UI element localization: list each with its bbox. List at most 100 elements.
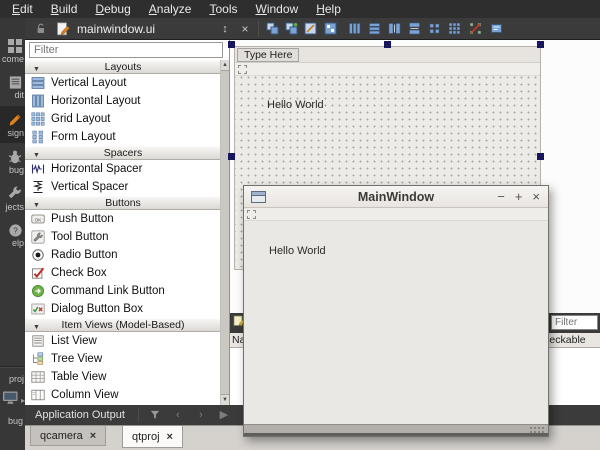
file-edit-icon bbox=[55, 21, 71, 37]
layout-grid-icon[interactable] bbox=[446, 21, 462, 37]
menu-placeholder-box[interactable] bbox=[238, 65, 247, 74]
section-header-item-views[interactable]: Item Views (Model-Based) bbox=[25, 318, 221, 332]
widget-item-push-button[interactable]: OK Push Button bbox=[25, 210, 221, 228]
split-icon[interactable]: ↕ bbox=[217, 21, 233, 37]
unlock-icon[interactable] bbox=[33, 21, 49, 37]
preview-body: Hello World bbox=[244, 221, 548, 424]
edit-widgets-icon[interactable] bbox=[264, 21, 280, 37]
prev-item-icon[interactable]: ‹ bbox=[171, 408, 185, 422]
close-icon[interactable]: × bbox=[532, 186, 540, 208]
widget-item-radio-button[interactable]: Radio Button bbox=[25, 246, 221, 264]
clean-output-icon[interactable] bbox=[148, 408, 162, 422]
tree-view-icon bbox=[30, 352, 45, 367]
close-document-icon[interactable]: × bbox=[237, 21, 253, 37]
widget-item-column-view[interactable]: Column View bbox=[25, 386, 221, 404]
menu-help[interactable]: Help bbox=[316, 2, 341, 16]
minimize-icon[interactable]: − bbox=[497, 186, 505, 208]
section-header-spacers[interactable]: Spacers bbox=[25, 146, 221, 160]
menu-analyze[interactable]: Analyze bbox=[149, 2, 192, 16]
open-document-title[interactable]: mainwindow.ui bbox=[77, 22, 155, 36]
section-header-layouts[interactable]: Layouts bbox=[25, 60, 221, 74]
selection-handle-mid-right[interactable] bbox=[537, 153, 544, 160]
scrollbar-thumb[interactable] bbox=[221, 70, 229, 395]
menu-type-here[interactable]: Type Here bbox=[237, 48, 299, 62]
layout-horizontal-icon[interactable] bbox=[346, 21, 362, 37]
table-view-icon bbox=[30, 370, 45, 385]
edit-buddies-icon[interactable] bbox=[302, 21, 318, 37]
tab-qcamera[interactable]: qcamera × bbox=[30, 426, 106, 446]
section-title: Spacers bbox=[104, 147, 143, 159]
widget-item-dialog-button-box[interactable]: Dialog Button Box bbox=[25, 300, 221, 318]
widgetbox-scrollbar[interactable]: ▲ ▼ bbox=[220, 60, 229, 405]
close-tab-icon[interactable]: × bbox=[167, 431, 173, 443]
form-hello-world-label[interactable]: Hello World bbox=[267, 99, 324, 111]
command-link-icon bbox=[30, 284, 45, 299]
next-item-icon[interactable]: › bbox=[194, 408, 208, 422]
widgetbox-filter-input[interactable] bbox=[29, 42, 223, 58]
widget-item-label: Tree View bbox=[51, 353, 102, 365]
document-toolbar: mainwindow.ui ↕ × bbox=[25, 18, 600, 40]
sidebar-item-design[interactable]: sign bbox=[0, 106, 25, 143]
widget-item-horizontal-spacer[interactable]: Horizontal Spacer bbox=[25, 160, 221, 178]
widget-item-tool-button[interactable]: Tool Button bbox=[25, 228, 221, 246]
widget-item-command-link-button[interactable]: Command Link Button bbox=[25, 282, 221, 300]
selection-handle-mid-left[interactable] bbox=[228, 153, 235, 160]
scroll-down-icon[interactable]: ▼ bbox=[221, 395, 229, 405]
widget-item-form-layout[interactable]: Form Layout bbox=[25, 128, 221, 146]
widget-item-check-box[interactable]: Check Box bbox=[25, 264, 221, 282]
widget-item-horizontal-layout[interactable]: Horizontal Layout bbox=[25, 92, 221, 110]
splitter-horizontal-icon[interactable] bbox=[386, 21, 402, 37]
selection-handle-top-right[interactable] bbox=[537, 41, 544, 48]
run-output-icon[interactable]: ▶ bbox=[217, 408, 231, 422]
mode-sidebar: come dit sign bug jects ? elp bbox=[0, 18, 25, 450]
widget-item-table-view[interactable]: Table View bbox=[25, 368, 221, 386]
sidebar-item-welcome[interactable]: come bbox=[0, 32, 25, 69]
kit-selector-button[interactable] bbox=[2, 390, 19, 410]
edit-document-icon bbox=[8, 75, 23, 90]
section-header-buttons[interactable]: Buttons bbox=[25, 196, 221, 210]
menubar: Edit Build Debug Analyze Tools Window He… bbox=[0, 0, 600, 18]
edit-tab-order-icon[interactable] bbox=[322, 21, 338, 37]
widget-item-vertical-layout[interactable]: Vertical Layout bbox=[25, 74, 221, 92]
selection-handle-top-mid[interactable] bbox=[384, 41, 391, 48]
layout-vertical-icon[interactable] bbox=[366, 21, 382, 37]
menu-edit[interactable]: Edit bbox=[12, 2, 33, 16]
tab-qtproj[interactable]: qtproj × bbox=[122, 426, 183, 448]
preview-window[interactable]: MainWindow − + × Hello World bbox=[243, 185, 549, 437]
widget-item-label: Horizontal Layout bbox=[51, 95, 141, 107]
menu-window[interactable]: Window bbox=[256, 2, 299, 16]
resize-grip[interactable] bbox=[529, 426, 545, 434]
action-editor-filter-input[interactable] bbox=[551, 315, 598, 330]
menu-build[interactable]: Build bbox=[51, 2, 78, 16]
projects-wrench-icon bbox=[7, 186, 23, 202]
widget-item-list-view[interactable]: List View bbox=[25, 332, 221, 350]
kit-flyout-arrow-icon[interactable]: ▸ bbox=[21, 396, 25, 405]
menu-debug[interactable]: Debug bbox=[95, 2, 130, 16]
qt-creator-window: Edit Build Debug Analyze Tools Window He… bbox=[0, 0, 600, 450]
widget-item-label: Radio Button bbox=[51, 249, 118, 261]
sidebar-item-projects[interactable]: jects bbox=[0, 180, 25, 217]
vertical-spacer-icon bbox=[30, 180, 45, 195]
widget-item-vertical-spacer[interactable]: Vertical Spacer bbox=[25, 178, 221, 196]
widgetbox-list: Layouts Vertical Layout Horizontal Layou… bbox=[25, 60, 221, 405]
preview-titlebar[interactable]: MainWindow − + × bbox=[244, 186, 548, 208]
layout-form-icon[interactable] bbox=[426, 21, 442, 37]
widget-item-label: Form Layout bbox=[51, 131, 116, 143]
sidebar-item-debug[interactable]: bug bbox=[0, 143, 25, 180]
widget-item-label: Dialog Button Box bbox=[51, 303, 143, 315]
menu-tools[interactable]: Tools bbox=[209, 2, 237, 16]
close-tab-icon[interactable]: × bbox=[90, 430, 96, 442]
selection-handle-top-left[interactable] bbox=[228, 41, 235, 48]
adjust-size-icon[interactable] bbox=[488, 21, 504, 37]
scroll-up-icon[interactable]: ▲ bbox=[221, 60, 229, 70]
sidebar-item-help[interactable]: ? elp bbox=[0, 217, 25, 254]
maximize-icon[interactable]: + bbox=[515, 186, 523, 208]
sidebar-item-edit[interactable]: dit bbox=[0, 69, 25, 106]
output-pane-title[interactable]: Application Output bbox=[35, 409, 125, 421]
widget-item-grid-layout[interactable]: Grid Layout bbox=[25, 110, 221, 128]
widget-item-tree-view[interactable]: Tree View bbox=[25, 350, 221, 368]
splitter-vertical-icon[interactable] bbox=[406, 21, 422, 37]
edit-signals-slots-icon[interactable] bbox=[283, 21, 299, 37]
break-layout-icon[interactable] bbox=[467, 21, 483, 37]
design-pencil-icon bbox=[7, 112, 23, 128]
